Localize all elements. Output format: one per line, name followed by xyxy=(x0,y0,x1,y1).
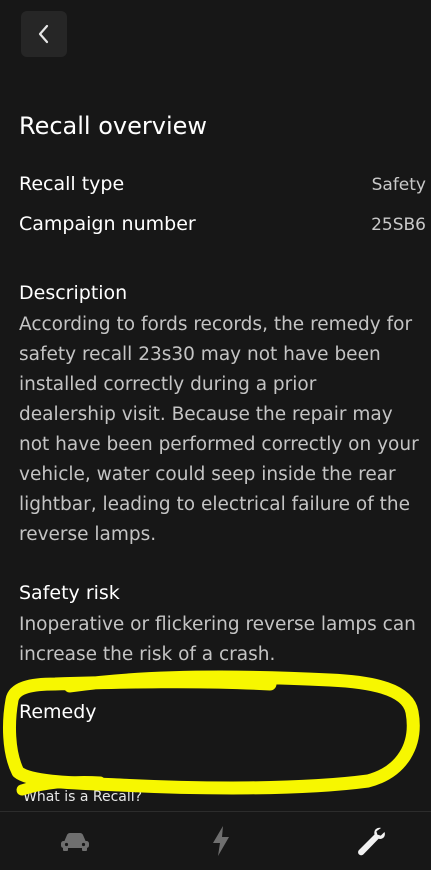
page-title: Recall overview xyxy=(19,112,208,140)
what-is-a-recall-link[interactable]: What is a Recall? xyxy=(23,789,142,805)
safety-risk-body: Inoperative or flickering reverse lamps … xyxy=(19,614,416,665)
recall-type-row: Recall type Safety xyxy=(19,173,426,195)
campaign-number-label: Campaign number xyxy=(19,213,196,235)
tab-charging[interactable] xyxy=(176,812,266,870)
safety-risk-heading: Safety risk xyxy=(19,582,120,604)
remedy-heading: Remedy xyxy=(19,701,97,723)
wrench-icon xyxy=(358,827,385,856)
chevron-left-icon xyxy=(38,24,49,44)
recall-type-label: Recall type xyxy=(19,173,125,195)
car-icon xyxy=(61,833,89,851)
description-heading: Description xyxy=(19,282,128,304)
tab-vehicle[interactable] xyxy=(30,812,120,870)
campaign-number-row: Campaign number 25SB6 xyxy=(19,213,426,235)
charge-bolt-icon xyxy=(213,826,229,856)
back-button[interactable] xyxy=(21,11,67,57)
tab-service[interactable] xyxy=(326,812,416,870)
campaign-number-value: 25SB6 xyxy=(371,215,426,235)
bottom-nav xyxy=(0,811,431,870)
recall-type-value: Safety xyxy=(371,175,426,195)
description-body: According to fords records, the remedy f… xyxy=(19,314,419,545)
